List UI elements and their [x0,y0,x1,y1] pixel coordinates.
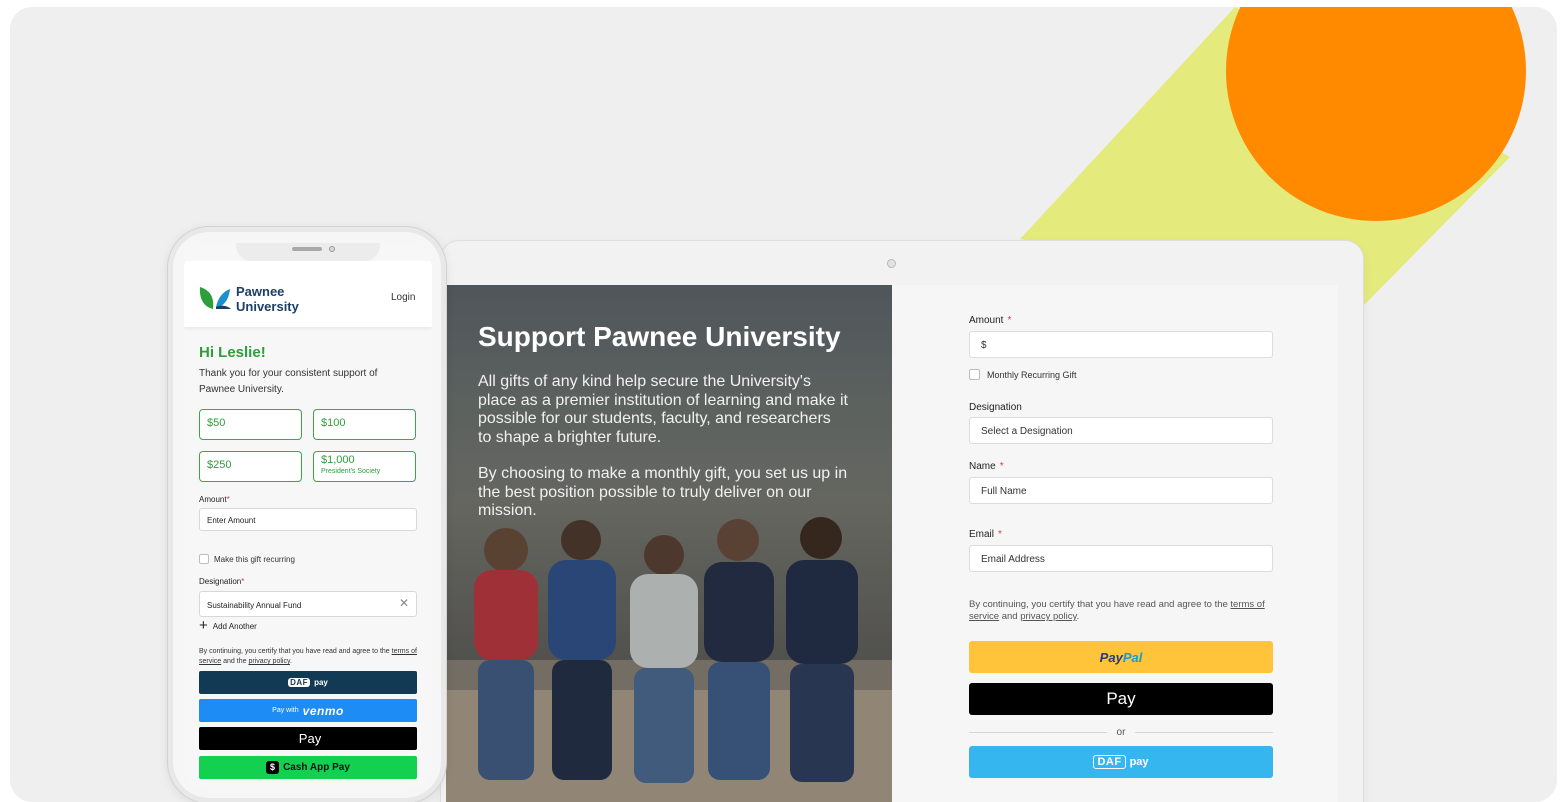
checkbox-box[interactable] [199,554,209,564]
email-label: Email * [969,529,1002,540]
laptop-screen: Support Pawnee University All gifts of a… [446,285,1338,802]
speaker-grille [292,247,322,251]
designation-select[interactable]: Select a Designation [969,417,1273,444]
daf-badge: DAF [288,678,311,687]
mobile-amount-input[interactable]: Enter Amount [199,508,417,531]
phone-notch [236,243,380,261]
designation-label: Designation [969,402,1022,413]
mobile-designation-select[interactable]: Sustainability Annual Fund ✕ [199,591,417,617]
marketing-stage: Support Pawnee University All gifts of a… [10,7,1557,802]
login-link[interactable]: Login [391,292,415,303]
phone-header: Pawnee University Login [184,261,432,327]
hero-panel: Support Pawnee University All gifts of a… [446,285,892,802]
checkbox-box[interactable] [969,369,980,380]
mobile-daf-pay-button[interactable]: DAF pay [199,671,417,694]
laptop-camera [887,259,896,268]
paypal-logo-text: PayPal [1099,649,1143,665]
amount-option-50[interactable]: $50 [199,409,302,440]
mobile-privacy-link[interactable]: privacy policy [248,658,290,665]
cash-app-pay-button[interactable]: $ Cash App Pay [199,756,417,779]
amount-option-1000[interactable]: $1,000 President's Society [313,451,416,482]
venmo-logo-text: venmo [302,703,344,718]
email-input[interactable]: Email Address [969,545,1273,572]
apple-pay-button[interactable]: Pay [969,683,1273,715]
privacy-link[interactable]: privacy policy [1020,611,1076,622]
terms-text: By continuing, you certify that you have… [969,599,1265,622]
recurring-checkbox[interactable]: Make this gift recurring [199,554,295,564]
hero-paragraph-1: All gifts of any kind help secure the Un… [478,373,848,446]
amount-option-100[interactable]: $100 [313,409,416,440]
daf-pay-button[interactable]: DAF pay [969,746,1273,778]
phone-screen: Pawnee University Login Hi Leslie! Thank… [184,243,432,791]
name-input[interactable]: Full Name [969,477,1273,504]
mobile-apple-pay-button[interactable]: Pay [199,727,417,750]
venmo-button[interactable]: Pay with venmo [199,699,417,722]
plus-icon: + [199,617,208,634]
greeting: Hi Leslie! [199,344,266,361]
front-camera [329,246,335,252]
paypal-button[interactable]: PayPal [969,641,1273,673]
hero-overlay [446,285,892,802]
brand-name: Pawnee University [236,284,299,314]
amount-input[interactable]: $ [969,331,1273,358]
laptop-mockup: Support Pawnee University All gifts of a… [441,241,1363,802]
hero-paragraph-2: By choosing to make a monthly gift, you … [478,465,848,519]
donation-form: Amount * $ Monthly Recurring Gift Designa… [892,285,1338,802]
mobile-amount-label: Amount* [199,495,230,504]
monthly-recurring-label: Monthly Recurring Gift [987,369,1077,380]
thanks-text: Thank you for your consistent support of… [199,368,378,395]
mobile-designation-label: Designation* [199,577,245,586]
mobile-terms-text: By continuing, you certify that you have… [199,648,417,665]
cash-app-icon: $ [266,761,280,774]
hero-title: Support Pawnee University [478,321,841,352]
phone-mockup: Pawnee University Login Hi Leslie! Thank… [167,226,447,802]
add-another-button[interactable]: + Add Another [199,617,257,634]
amount-option-250[interactable]: $250 [199,451,302,482]
leaf-logo-icon [199,287,231,309]
or-divider: or [969,727,1273,738]
name-label: Name * [969,461,1004,472]
monthly-recurring-checkbox[interactable]: Monthly Recurring Gift [969,369,1077,380]
clear-icon[interactable]: ✕ [399,596,409,610]
amount-label: Amount * [969,315,1012,326]
daf-badge: DAF [1093,755,1126,769]
